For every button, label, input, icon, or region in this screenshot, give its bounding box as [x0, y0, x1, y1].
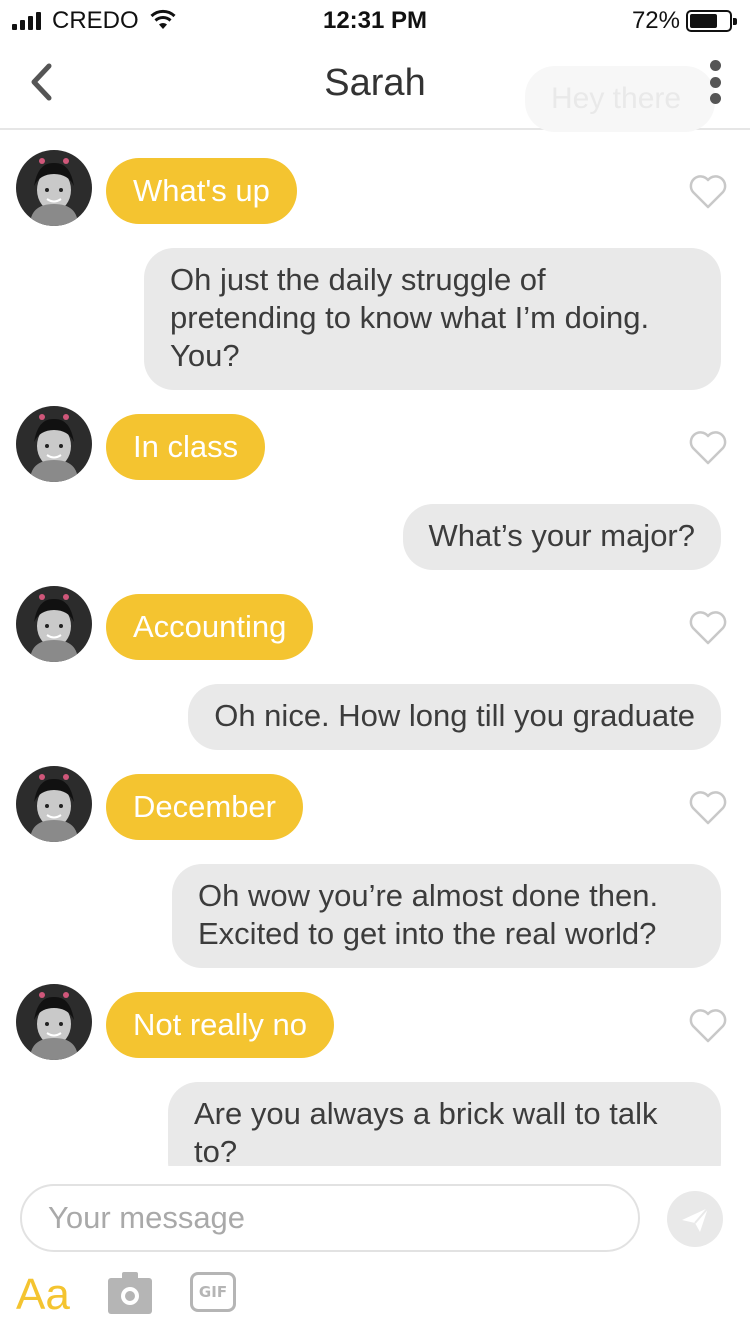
status-bar: CREDO 12:31 PM 72%: [0, 0, 750, 40]
more-options-button[interactable]: [708, 60, 722, 104]
avatar[interactable]: [16, 150, 92, 226]
heart-icon[interactable]: [688, 1008, 728, 1044]
gif-button[interactable]: GIF: [190, 1272, 236, 1312]
outgoing-message-bubble[interactable]: Oh just the daily struggle of pretending…: [144, 248, 721, 390]
text-format-button[interactable]: Aa: [16, 1270, 70, 1320]
message-input[interactable]: [20, 1184, 640, 1252]
camera-button[interactable]: [108, 1272, 152, 1314]
avatar[interactable]: [16, 766, 92, 842]
battery-percentage: 72%: [631, 7, 680, 34]
chat-header: Hey there Sarah: [0, 40, 750, 132]
camera-icon: [108, 1272, 152, 1314]
heart-icon[interactable]: [688, 610, 728, 646]
message-composer: Aa GIF: [0, 1166, 750, 1334]
heart-icon[interactable]: [688, 430, 728, 466]
send-icon: [682, 1207, 709, 1232]
incoming-message-bubble[interactable]: Not really no: [106, 992, 335, 1058]
page-title[interactable]: Sarah: [0, 62, 750, 105]
heart-icon[interactable]: [688, 790, 728, 826]
incoming-message-bubble[interactable]: What's up: [106, 158, 297, 224]
incoming-message-bubble[interactable]: In class: [106, 414, 266, 480]
battery-icon: [686, 10, 737, 32]
avatar[interactable]: [16, 586, 92, 662]
outgoing-message-bubble[interactable]: Are you always a brick wall to talk to?: [168, 1082, 721, 1166]
incoming-message-bubble[interactable]: December: [106, 774, 303, 840]
outgoing-message-bubble[interactable]: Oh wow you’re almost done then. Excited …: [172, 864, 721, 968]
avatar[interactable]: [16, 406, 92, 482]
heart-icon[interactable]: [688, 174, 728, 210]
more-icon: [709, 60, 721, 71]
outgoing-message-bubble[interactable]: Oh nice. How long till you graduate: [188, 684, 721, 750]
avatar[interactable]: [16, 984, 92, 1060]
send-button[interactable]: [667, 1191, 723, 1247]
message-list[interactable]: What's up Oh just the daily struggle of …: [0, 132, 750, 1166]
outgoing-message-bubble[interactable]: What’s your major?: [402, 504, 721, 570]
incoming-message-bubble[interactable]: Accounting: [106, 594, 314, 660]
